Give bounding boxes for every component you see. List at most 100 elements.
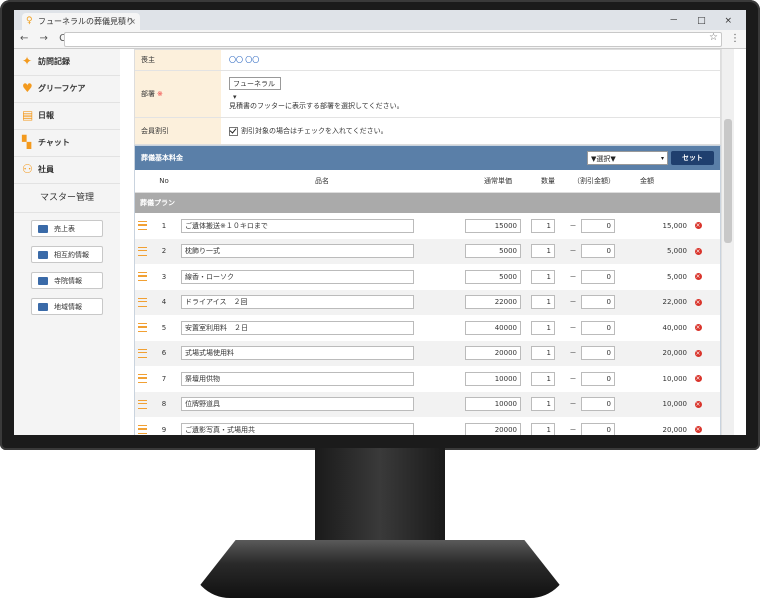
drag-handle[interactable] — [135, 425, 149, 435]
delete-icon[interactable]: × — [694, 324, 702, 332]
sidebar-item-daily-report[interactable]: ▤ 日報 — [14, 103, 120, 130]
sidebar-item-grief-care[interactable]: ♥ グリーフケア — [14, 76, 120, 103]
price-input[interactable]: 20000 — [465, 422, 521, 435]
table-row: 3 線香・ローソク 5000 1 － 0 5,000 × — [135, 264, 720, 290]
region-info-button[interactable]: 地域情報 — [31, 298, 103, 315]
drag-handle[interactable] — [135, 374, 149, 384]
required-mark: ※ — [157, 90, 163, 98]
price-input[interactable]: 5000 — [465, 269, 521, 284]
basic-fee-panel: 葬儀基本料金 ▼選択▼ ▾ セット No 品名 通常単価 数量 （割引金額） 金額… — [134, 145, 721, 435]
delete-icon[interactable]: × — [694, 349, 702, 357]
item-name-input[interactable]: 線香・ローソク — [181, 269, 414, 284]
price-input[interactable]: 22000 — [465, 295, 521, 310]
mutual-contract-button[interactable]: 相互約情報 — [31, 246, 103, 263]
sidebar-item-chat[interactable]: ▚ チャット — [14, 130, 120, 157]
delete-icon[interactable]: × — [694, 222, 702, 230]
price-input[interactable]: 5000 — [465, 244, 521, 259]
dash: － — [569, 349, 577, 358]
form-label: 喪主 — [135, 50, 221, 70]
star-icon[interactable]: ☆ — [709, 32, 718, 43]
price-input[interactable]: 15000 — [465, 218, 521, 233]
sidebar-item-label: 日報 — [38, 111, 54, 120]
discount-input[interactable]: 0 — [581, 218, 615, 233]
item-name-input[interactable]: 式場式場使用料 — [181, 346, 414, 361]
qty-input[interactable]: 1 — [531, 295, 555, 310]
scrollbar-thumb[interactable] — [724, 119, 732, 243]
qty-input[interactable]: 1 — [531, 218, 555, 233]
discount-input[interactable]: 0 — [581, 269, 615, 284]
row-amount: 5,000 — [666, 247, 687, 256]
qty-input[interactable]: 1 — [531, 320, 555, 335]
discount-input[interactable]: 0 — [581, 422, 615, 435]
preset-select[interactable]: ▼選択▼ ▾ — [587, 151, 668, 165]
row-amount: 10,000 — [662, 374, 688, 383]
drag-handle-icon — [137, 272, 147, 282]
discount-input[interactable]: 0 — [581, 397, 615, 412]
member-discount-checkbox[interactable] — [229, 126, 238, 136]
item-name-input[interactable]: ご遺影写真・式場用共 — [181, 422, 414, 435]
set-button[interactable]: セット — [671, 151, 714, 165]
drag-handle[interactable] — [135, 297, 149, 307]
button-label: 地域情報 — [54, 303, 82, 311]
item-name-input[interactable]: ご遺体搬送※１０キロまで — [181, 218, 414, 233]
delete-icon[interactable]: × — [694, 273, 702, 281]
temple-info-button[interactable]: 寺院情報 — [31, 272, 103, 289]
department-select[interactable]: フューネラル ▾ — [229, 77, 281, 101]
qty-input[interactable]: 1 — [531, 346, 555, 361]
url-input[interactable]: ☆ — [64, 32, 722, 47]
delete-icon[interactable]: × — [694, 426, 702, 434]
drag-handle[interactable] — [135, 221, 149, 231]
scrollbar[interactable] — [721, 49, 734, 435]
browser-tab[interactable]: ♀ フューネラルの葬儀見積り × — [22, 13, 140, 30]
delete-icon[interactable]: × — [694, 400, 702, 408]
table-row: 1 ご遺体搬送※１０キロまで 15000 1 － 0 15,000 × — [135, 213, 720, 239]
qty-input[interactable]: 1 — [531, 422, 555, 435]
item-name-input[interactable]: 安置室利用料 ２日 — [181, 320, 414, 335]
item-name-input[interactable]: 枕飾り一式 — [181, 244, 414, 259]
chief-mourner-link[interactable]: 〇〇 〇〇 — [229, 55, 720, 65]
discount-input[interactable]: 0 — [581, 295, 615, 310]
sidebar-item-visit[interactable]: ✦ 訪問記録 — [14, 49, 120, 76]
item-name-input[interactable]: 祭壇用供物 — [181, 371, 414, 386]
price-input[interactable]: 40000 — [465, 320, 521, 335]
delete-icon[interactable]: × — [694, 298, 702, 306]
qty-input[interactable]: 1 — [531, 397, 555, 412]
people-icon: ⚇ — [22, 162, 33, 176]
row-amount: 22,000 — [662, 298, 688, 307]
sales-table-button[interactable]: 売上表 — [31, 220, 103, 237]
qty-input[interactable]: 1 — [531, 269, 555, 284]
preset-select-value: ▼選択▼ — [591, 155, 616, 163]
drag-handle[interactable] — [135, 348, 149, 358]
sidebar-item-staff[interactable]: ⚇ 社員 — [14, 157, 120, 184]
qty-input[interactable]: 1 — [531, 244, 555, 259]
nav-buttons[interactable]: ← → C — [20, 33, 70, 44]
qty-input[interactable]: 1 — [531, 371, 555, 386]
table-row: 4 ドライアイス ２回 22000 1 － 0 22,000 × — [135, 289, 720, 315]
sidebar-item-label: グリーフケア — [38, 84, 86, 93]
drag-handle[interactable] — [135, 246, 149, 256]
delete-icon[interactable]: × — [694, 247, 702, 255]
dash: － — [569, 400, 577, 409]
col-name: 品名 — [315, 177, 329, 185]
menu-icon[interactable]: ⋮ — [730, 33, 740, 44]
dash: － — [569, 221, 577, 230]
discount-input[interactable]: 0 — [581, 346, 615, 361]
delete-icon[interactable]: × — [694, 375, 702, 383]
discount-input[interactable]: 0 — [581, 320, 615, 335]
item-name-input[interactable]: 位牌野道具 — [181, 397, 414, 412]
sidebar-item-label: 訪問記録 — [38, 57, 70, 66]
discount-input[interactable]: 0 — [581, 244, 615, 259]
sidebar: ✦ 訪問記録 ♥ グリーフケア ▤ 日報 ▚ チャット ⚇ 社員 マスター管理 … — [14, 49, 121, 435]
window-controls[interactable]: － □ × — [669, 13, 740, 26]
price-input[interactable]: 10000 — [465, 371, 521, 386]
price-input[interactable]: 20000 — [465, 346, 521, 361]
table-row: 8 位牌野道具 10000 1 － 0 10,000 × — [135, 391, 720, 417]
tab-close-icon[interactable]: × — [129, 13, 136, 30]
discount-input[interactable]: 0 — [581, 371, 615, 386]
price-input[interactable]: 10000 — [465, 397, 521, 412]
item-name-input[interactable]: ドライアイス ２回 — [181, 295, 414, 310]
drag-handle[interactable] — [135, 323, 149, 333]
drag-handle[interactable] — [135, 272, 149, 282]
drag-handle[interactable] — [135, 399, 149, 409]
row-no: 2 — [161, 247, 167, 256]
